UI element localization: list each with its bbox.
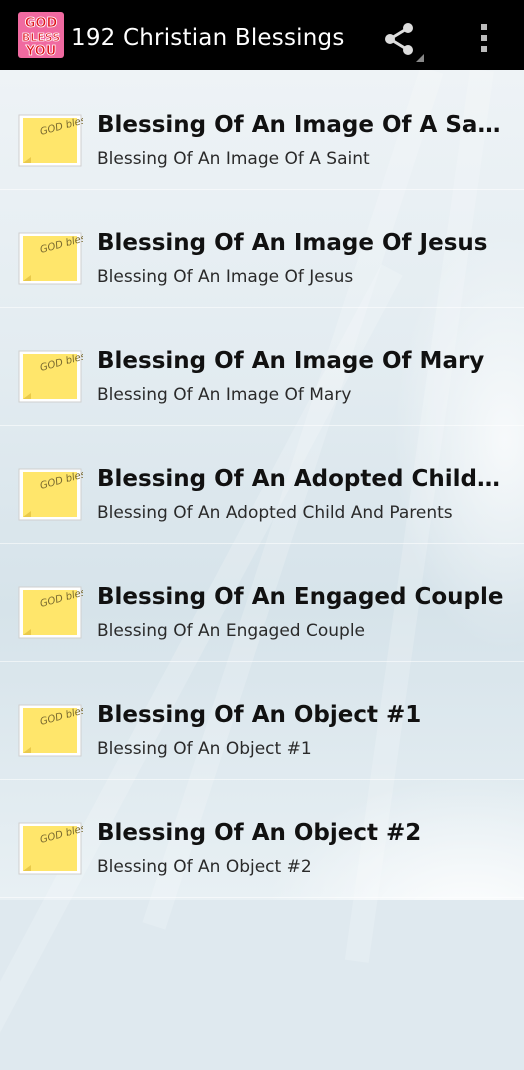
list-item[interactable]: GOD bless you! Blessing Of An Object #2 … — [0, 780, 524, 898]
list-item[interactable]: GOD bless you! Blessing Of An Image Of A… — [0, 72, 524, 190]
list-item[interactable]: GOD bless you! Blessing Of An Image Of M… — [0, 308, 524, 426]
sticky-note-icon: GOD bless you! — [18, 703, 83, 757]
share-icon[interactable] — [378, 16, 424, 62]
item-title: Blessing Of An Image Of Mary — [97, 348, 485, 374]
item-title: Blessing Of An Object #1 — [97, 702, 422, 728]
sticky-note-icon: GOD bless you! — [18, 231, 83, 285]
item-subtitle: Blessing Of An Image Of Mary — [97, 385, 352, 405]
logo-line-3: YOU — [25, 44, 57, 58]
sticky-note-icon: GOD bless you! — [18, 585, 83, 639]
item-title: Blessing Of An Adopted Child And Parents — [97, 466, 507, 492]
app-title: 192 Christian Blessings — [71, 25, 345, 51]
item-title: Blessing Of An Image Of A Saint — [97, 112, 507, 138]
blessings-list: GOD bless you! Blessing Of An Image Of A… — [0, 72, 524, 898]
list-item[interactable]: GOD bless you! Blessing Of An Engaged Co… — [0, 544, 524, 662]
logo-line-2: BLESS — [22, 31, 60, 44]
list-item[interactable]: GOD bless you! Blessing Of An Object #1 … — [0, 662, 524, 780]
item-subtitle: Blessing Of An Image Of Jesus — [97, 267, 354, 287]
item-subtitle: Blessing Of An Image Of A Saint — [97, 149, 370, 169]
item-subtitle: Blessing Of An Engaged Couple — [97, 621, 366, 641]
more-vert-icon[interactable] — [470, 18, 498, 58]
list-item[interactable]: GOD bless you! Blessing Of An Adopted Ch… — [0, 426, 524, 544]
item-title: Blessing Of An Image Of Jesus — [97, 230, 488, 256]
app-logo-icon[interactable]: GOD BLESS YOU — [18, 12, 64, 58]
logo-line-1: GOD — [25, 16, 58, 31]
sticky-note-icon: GOD bless you! — [18, 821, 83, 875]
item-subtitle: Blessing Of An Adopted Child And Parents — [97, 503, 453, 523]
sticky-note-icon: GOD bless you! — [18, 349, 83, 403]
item-title: Blessing Of An Object #2 — [97, 820, 422, 846]
item-subtitle: Blessing Of An Object #2 — [97, 857, 312, 877]
sticky-note-icon: GOD bless you! — [18, 467, 83, 521]
sticky-note-icon: GOD bless you! — [18, 113, 83, 167]
action-bar: GOD BLESS YOU 192 Christian Blessings — [0, 0, 524, 70]
list-item[interactable]: GOD bless you! Blessing Of An Image Of J… — [0, 190, 524, 308]
item-subtitle: Blessing Of An Object #1 — [97, 739, 312, 759]
item-title: Blessing Of An Engaged Couple — [97, 584, 504, 610]
